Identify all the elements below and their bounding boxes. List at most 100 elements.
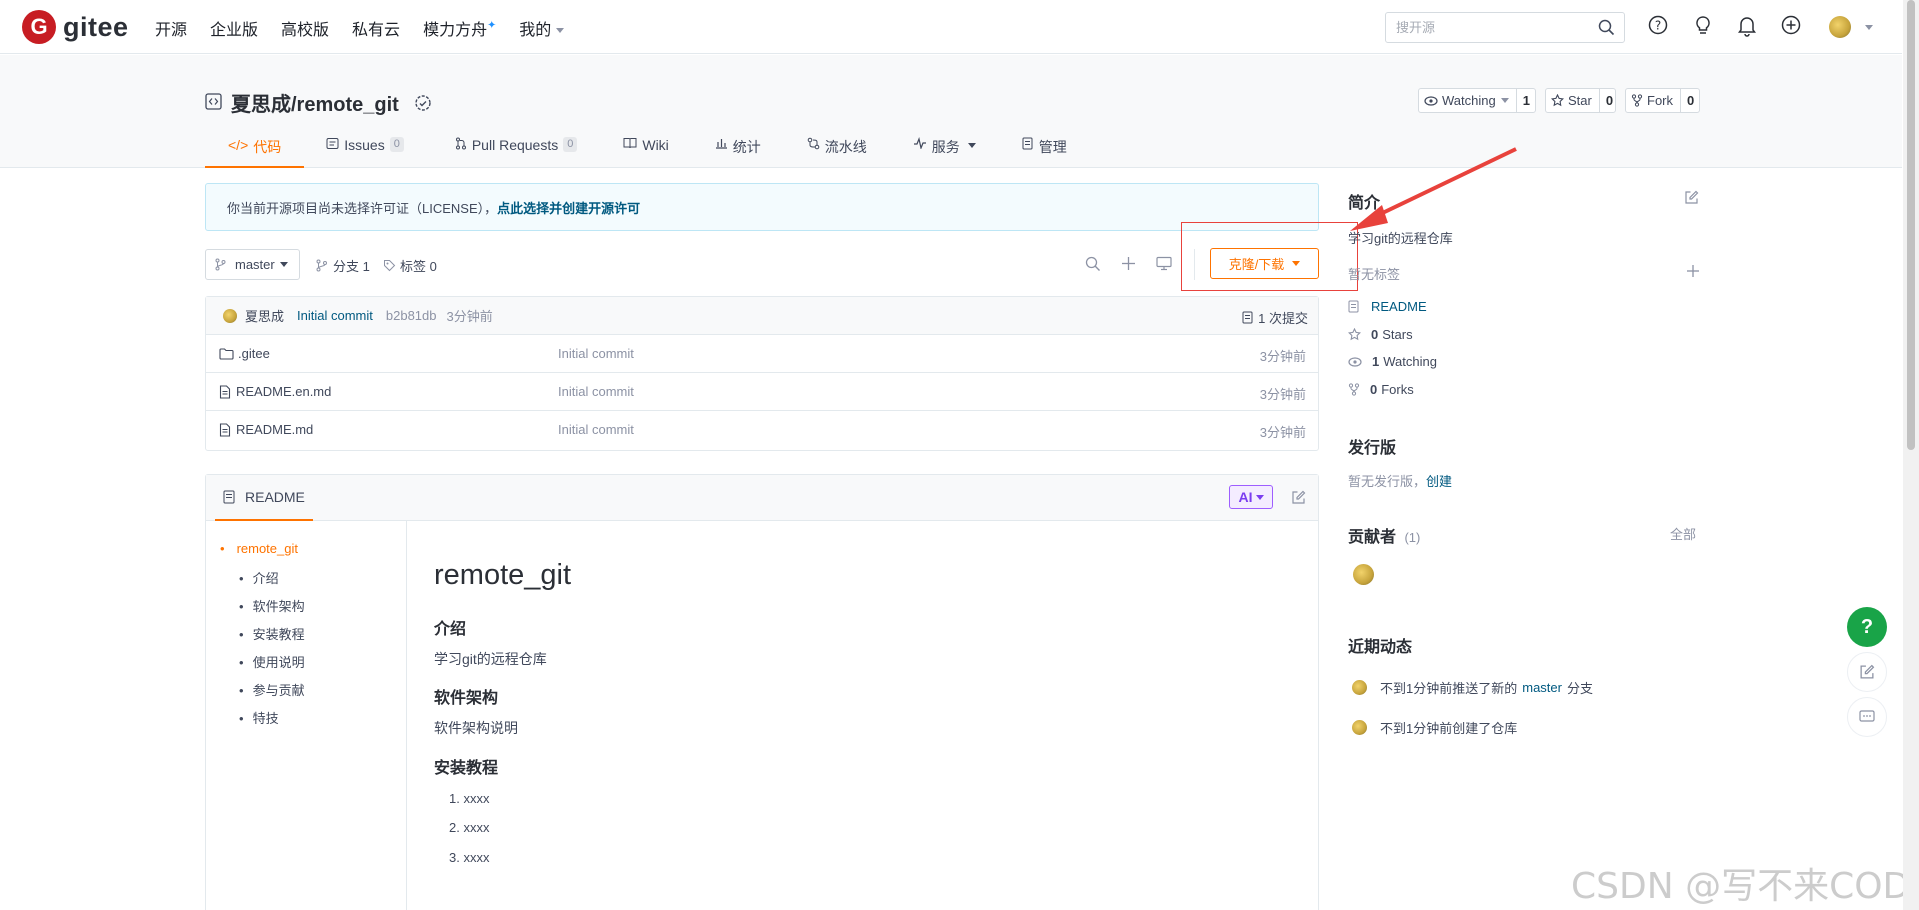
tab-pipeline[interactable]: 流水线 <box>807 135 867 168</box>
fork-icon <box>1348 383 1360 396</box>
tab-issues[interactable]: Issues 0 <box>326 135 404 168</box>
chevron-down-icon <box>967 143 976 148</box>
help-fab[interactable]: ? <box>1847 607 1887 647</box>
toc-item[interactable]: 软件架构 <box>239 596 305 624</box>
commit-count-link[interactable]: 1 次提交 <box>1242 308 1308 327</box>
toc-item[interactable]: 安装教程 <box>239 624 305 652</box>
tags-link[interactable]: 标签 0 <box>383 256 437 275</box>
file-commit-time: 3分钟前 <box>1259 387 1306 402</box>
all-contributors-link[interactable]: 全部 <box>1670 524 1696 543</box>
toc-item[interactable]: 介绍 <box>239 568 305 596</box>
toc-root-link[interactable]: remote_git <box>220 541 298 556</box>
nav-mine[interactable]: 我的 <box>519 16 565 40</box>
code-repo-icon <box>205 92 222 113</box>
star-icon <box>1348 328 1361 341</box>
tab-issues-label: Issues <box>344 137 385 153</box>
forks-stat[interactable]: 0 Forks <box>1348 382 1414 397</box>
search-icon[interactable] <box>1598 19 1615 39</box>
nav-enterprise[interactable]: 企业版 <box>210 16 258 40</box>
repo-badge-icon[interactable] <box>413 93 433 113</box>
fork-count[interactable]: 0 <box>1680 89 1700 112</box>
scrollbar-thumb[interactable] <box>1907 0 1915 450</box>
file-name-link[interactable]: README.en.md <box>219 384 331 399</box>
toc-item[interactable]: 使用说明 <box>239 652 305 680</box>
tab-services[interactable]: 服务 <box>913 135 976 168</box>
file-name-link[interactable]: README.md <box>219 422 313 437</box>
ai-button[interactable]: AI <box>1229 485 1273 509</box>
branch-selector[interactable]: master <box>205 249 300 280</box>
activity-avatar[interactable] <box>1352 720 1367 735</box>
commit-sha[interactable]: b2b81db <box>386 308 437 323</box>
toc-item[interactable]: 特技 <box>239 708 305 736</box>
bell-icon[interactable] <box>1737 15 1759 37</box>
commit-message[interactable]: Initial commit <box>297 308 373 323</box>
plus-circle-icon[interactable] <box>1781 15 1803 37</box>
table-row[interactable]: README.en.md Initial commit 3分钟前 <box>206 373 1318 411</box>
fork-icon <box>1631 94 1643 107</box>
nav-open-source[interactable]: 开源 <box>155 16 187 40</box>
add-file-icon[interactable] <box>1121 256 1136 274</box>
watch-button[interactable]: Watching 1 <box>1418 88 1536 113</box>
fork-button[interactable]: Fork 0 <box>1625 88 1700 113</box>
toc-list: 介绍 软件架构 安装教程 使用说明 参与贡献 特技 <box>239 568 305 736</box>
watching-label: Watching <box>1383 354 1437 369</box>
file-commit-message[interactable]: Initial commit <box>558 422 634 437</box>
star-button[interactable]: Star 0 <box>1545 88 1616 113</box>
question-icon: ? <box>1860 615 1874 638</box>
user-avatar[interactable] <box>1829 16 1851 38</box>
commit-author[interactable]: 夏思成 <box>245 306 284 325</box>
nav-private-cloud[interactable]: 私有云 <box>352 16 400 40</box>
commit-count-label: 1 次提交 <box>1258 311 1308 326</box>
stars-label: Stars <box>1382 327 1413 342</box>
edit-icon[interactable] <box>1291 490 1306 508</box>
readme-header: README AI <box>206 475 1318 521</box>
tab-stats[interactable]: 统计 <box>715 135 761 168</box>
file-commit-message[interactable]: Initial commit <box>558 384 634 399</box>
readme-icon <box>223 490 235 504</box>
create-release-link[interactable]: 创建 <box>1426 474 1452 489</box>
search-icon[interactable] <box>1085 256 1101 275</box>
tab-pull-requests[interactable]: Pull Requests 0 <box>455 135 578 168</box>
help-icon[interactable]: ? <box>1648 15 1670 37</box>
tab-code[interactable]: </> 代码 <box>205 135 305 168</box>
stars-stat[interactable]: 0 Stars <box>1348 327 1413 342</box>
chevron-down-icon <box>1255 494 1264 500</box>
watch-count[interactable]: 1 <box>1515 89 1536 112</box>
nav-moli-fangzhou[interactable]: 模力方舟✦ <box>423 16 496 40</box>
file-commit-message[interactable]: Initial commit <box>558 346 634 361</box>
edit-icon[interactable] <box>1684 190 1699 208</box>
activity-avatar[interactable] <box>1352 680 1367 695</box>
page-scrollbar[interactable] <box>1903 0 1919 910</box>
table-row[interactable]: README.md Initial commit 3分钟前 <box>206 411 1318 449</box>
readme-tab[interactable]: README <box>215 475 313 521</box>
author-avatar[interactable] <box>223 308 237 323</box>
activity-branch-link[interactable]: master <box>1522 680 1562 695</box>
add-tag-icon[interactable] <box>1686 264 1700 281</box>
tab-wiki[interactable]: Wiki <box>623 135 669 168</box>
create-license-link[interactable]: 点此选择并创建开源许可 <box>497 198 640 217</box>
nav-education[interactable]: 高校版 <box>281 16 329 40</box>
repo-title[interactable]: 夏思成/remote_git <box>231 88 399 117</box>
contributor-avatar[interactable] <box>1353 564 1374 585</box>
toc-item[interactable]: 参与贡献 <box>239 680 305 708</box>
chevron-down-icon[interactable] <box>1865 25 1873 30</box>
chat-fab[interactable] <box>1847 697 1887 737</box>
file-name-link[interactable]: .gitee <box>219 346 270 361</box>
watching-stat[interactable]: 1 Watching <box>1348 354 1437 369</box>
toc-item-label: 使用说明 <box>252 655 305 670</box>
install-step: 3. xxxx <box>449 850 490 865</box>
search-input[interactable] <box>1386 13 1586 42</box>
star-count[interactable]: 0 <box>1598 89 1619 112</box>
pulse-icon <box>913 137 927 149</box>
table-row[interactable]: .gitee Initial commit 3分钟前 <box>206 335 1318 373</box>
readme-h-install: 安装教程 <box>434 760 499 777</box>
gitee-logo[interactable]: G gitee <box>22 10 129 44</box>
tab-manage[interactable]: 管理 <box>1022 135 1067 168</box>
readme-link[interactable]: README <box>1348 299 1427 314</box>
web-ide-icon[interactable] <box>1156 256 1172 274</box>
branches-link[interactable]: 分支 1 <box>316 256 370 275</box>
feedback-fab[interactable] <box>1847 652 1887 692</box>
activity-1-suffix: 分支 <box>1566 681 1593 696</box>
file-name: .gitee <box>238 346 270 361</box>
lightbulb-icon[interactable] <box>1693 15 1715 37</box>
